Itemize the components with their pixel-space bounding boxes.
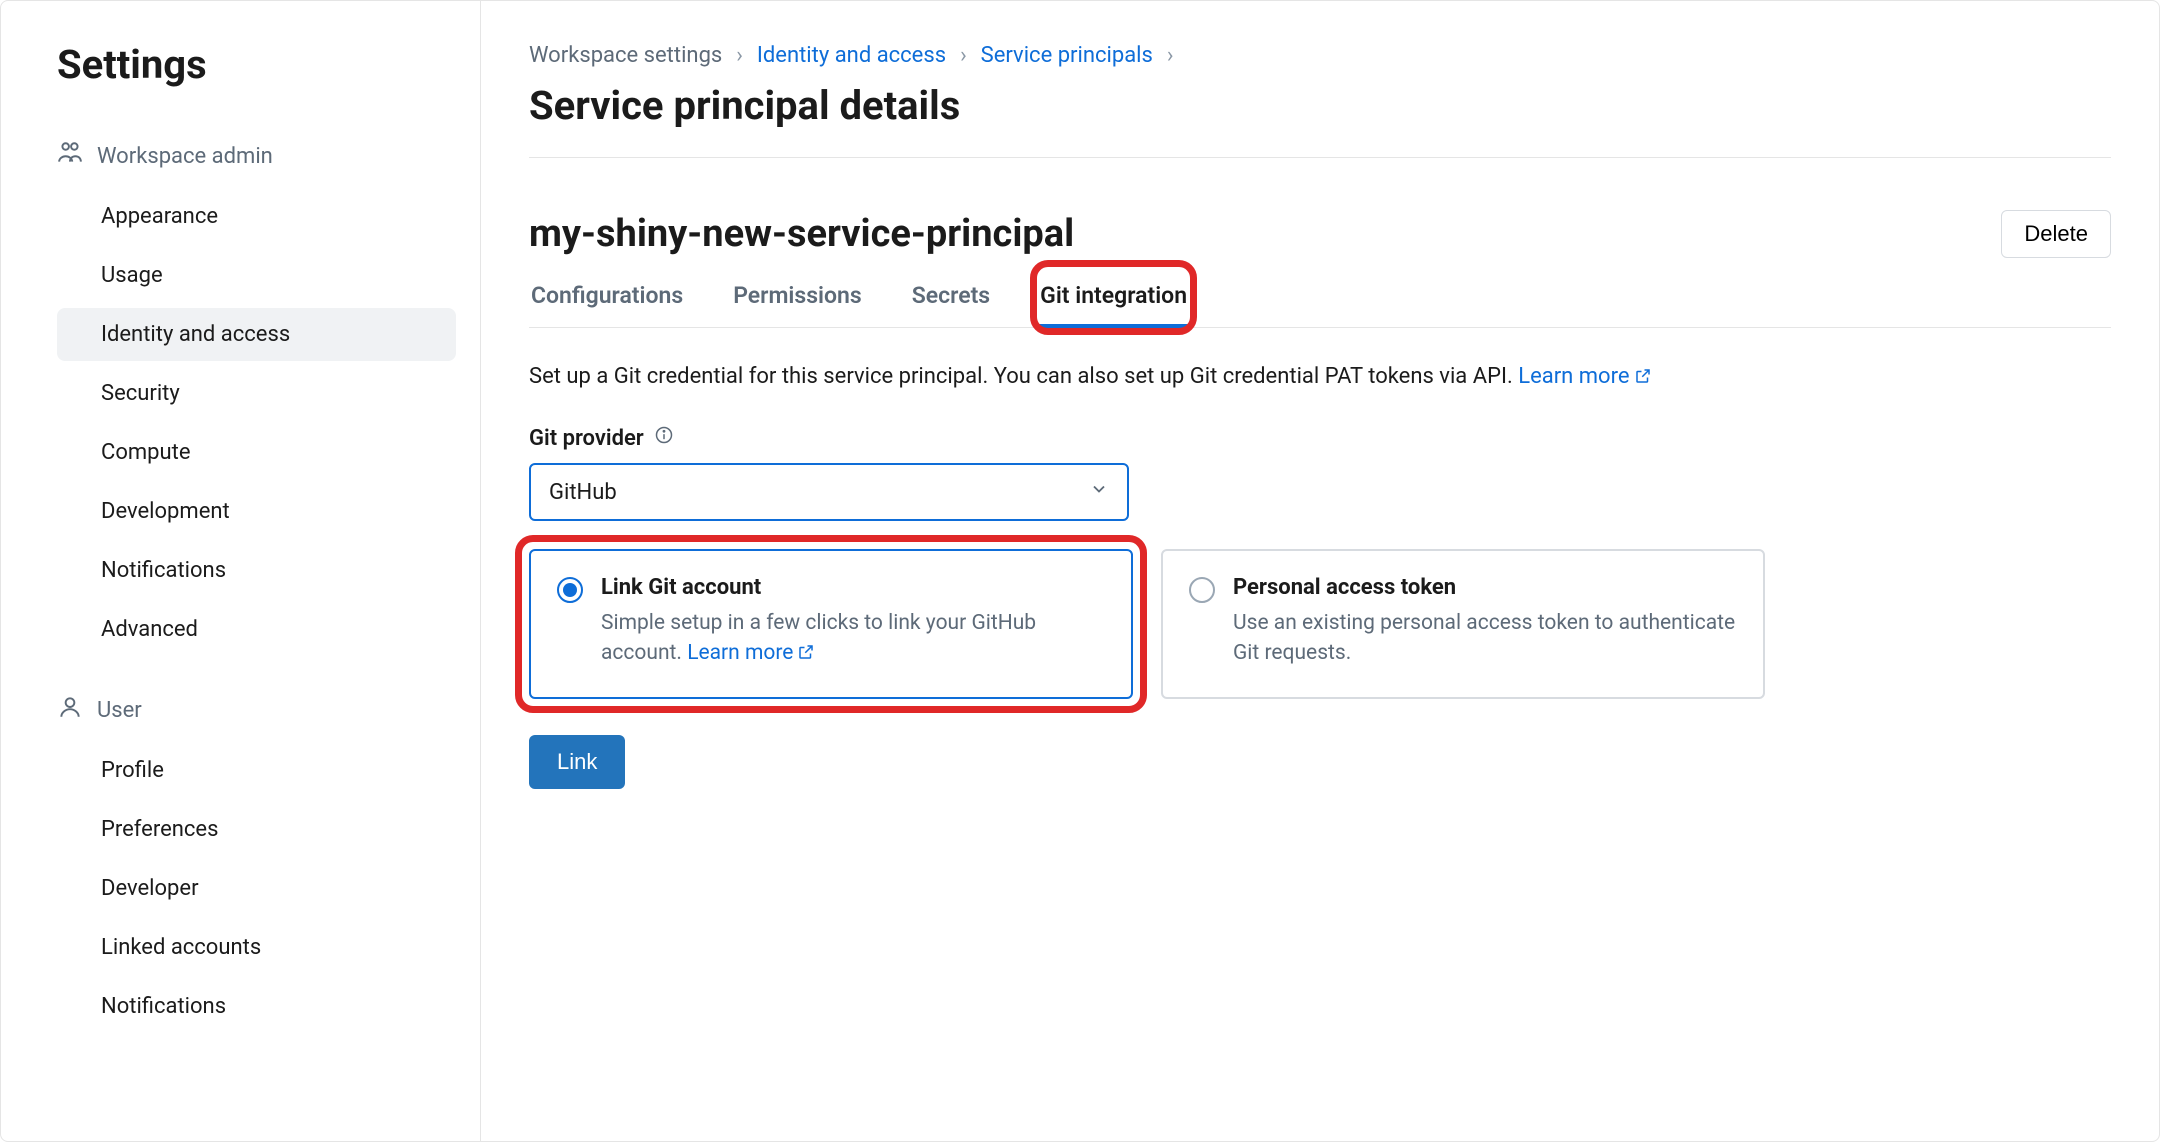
main-content: Workspace settings › Identity and access… xyxy=(481,1,2159,1141)
learn-more-link[interactable]: Learn more xyxy=(1518,364,1651,389)
sidebar-item-advanced[interactable]: Advanced xyxy=(57,603,456,656)
sidebar-item-appearance[interactable]: Appearance xyxy=(57,190,456,243)
option-link-learn-more[interactable]: Learn more xyxy=(687,641,815,665)
tab-permissions[interactable]: Permissions xyxy=(731,268,864,327)
tab-secrets[interactable]: Secrets xyxy=(910,268,992,327)
sidebar-item-security[interactable]: Security xyxy=(57,367,456,420)
tabs: Configurations Permissions Secrets Git i… xyxy=(529,268,2111,328)
nav-list-user: Profile Preferences Developer Linked acc… xyxy=(57,744,456,1033)
radio-unselected-icon xyxy=(1189,577,1215,603)
sidebar-item-development[interactable]: Development xyxy=(57,485,456,538)
sidebar-section-user: User xyxy=(57,686,456,734)
sidebar-item-profile[interactable]: Profile xyxy=(57,744,456,797)
sidebar-item-compute[interactable]: Compute xyxy=(57,426,456,479)
git-provider-select[interactable]: GitHub xyxy=(529,463,1129,521)
radio-selected-icon xyxy=(557,577,583,603)
option-link-git-account[interactable]: Link Git account Simple setup in a few c… xyxy=(529,549,1133,699)
option-link-desc: Simple setup in a few clicks to link you… xyxy=(601,608,1105,671)
option-pat-title: Personal access token xyxy=(1233,575,1737,600)
git-description: Set up a Git credential for this service… xyxy=(529,364,2111,391)
chevron-right-icon: › xyxy=(1167,43,1174,68)
breadcrumb-service-principals[interactable]: Service principals xyxy=(981,43,1153,68)
sidebar-item-preferences[interactable]: Preferences xyxy=(57,803,456,856)
nav-list-workspace-admin: Appearance Usage Identity and access Sec… xyxy=(57,190,456,656)
external-link-icon xyxy=(1634,366,1652,391)
option-personal-access-token[interactable]: Personal access token Use an existing pe… xyxy=(1161,549,1765,699)
external-link-icon xyxy=(797,640,815,670)
service-principal-name: my-shiny-new-service-principal xyxy=(529,212,1074,256)
breadcrumb: Workspace settings › Identity and access… xyxy=(529,43,2111,68)
breadcrumb-workspace-settings: Workspace settings xyxy=(529,43,722,68)
option-pat-desc: Use an existing personal access token to… xyxy=(1233,608,1737,669)
user-icon xyxy=(57,694,83,726)
git-provider-label: Git provider xyxy=(529,425,2111,451)
chevron-down-icon xyxy=(1089,479,1109,505)
sidebar-item-linked-accounts[interactable]: Linked accounts xyxy=(57,921,456,974)
sidebar-item-usage[interactable]: Usage xyxy=(57,249,456,302)
sidebar-section-workspace-admin: Workspace admin xyxy=(57,132,456,180)
tab-git-integration[interactable]: Git integration xyxy=(1038,268,1189,327)
settings-sidebar: Settings Workspace admin Appearance Usag… xyxy=(1,1,481,1141)
tab-configurations[interactable]: Configurations xyxy=(529,268,685,327)
option-link-title: Link Git account xyxy=(601,575,1105,600)
sidebar-item-identity-and-access[interactable]: Identity and access xyxy=(57,308,456,361)
breadcrumb-identity-and-access[interactable]: Identity and access xyxy=(757,43,946,68)
chevron-right-icon: › xyxy=(736,43,743,68)
git-auth-options: Link Git account Simple setup in a few c… xyxy=(529,549,2111,699)
link-button[interactable]: Link xyxy=(529,735,625,789)
sidebar-item-developer[interactable]: Developer xyxy=(57,862,456,915)
git-provider-value: GitHub xyxy=(549,480,617,505)
page-title: Service principal details xyxy=(529,82,2111,129)
sidebar-title: Settings xyxy=(57,41,456,88)
delete-button[interactable]: Delete xyxy=(2001,210,2111,258)
sidebar-item-notifications[interactable]: Notifications xyxy=(57,544,456,597)
chevron-right-icon: › xyxy=(960,43,967,68)
info-icon xyxy=(654,425,674,451)
workspace-admin-icon xyxy=(57,140,83,172)
sidebar-item-user-notifications[interactable]: Notifications xyxy=(57,980,456,1033)
divider xyxy=(529,157,2111,158)
